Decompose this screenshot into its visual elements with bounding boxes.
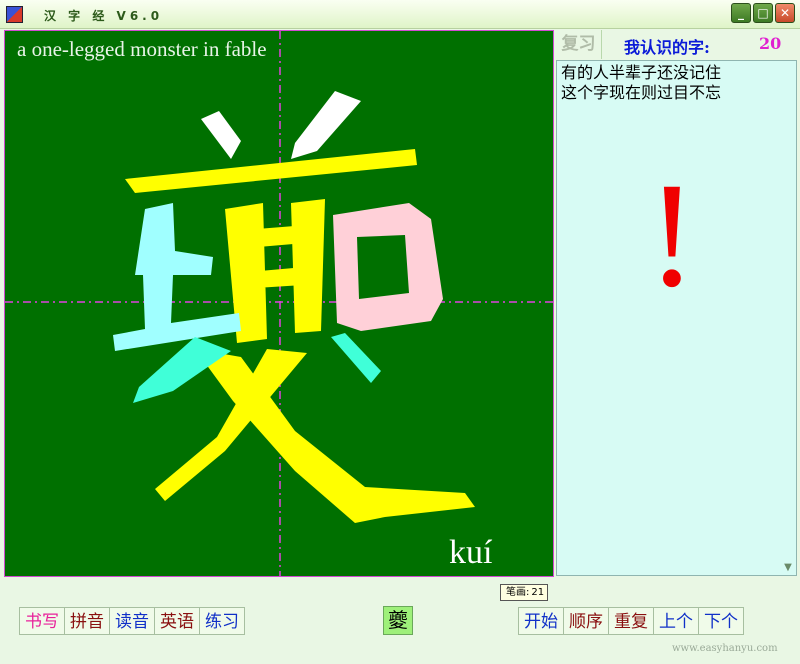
review-button[interactable]: 复习 <box>556 30 602 59</box>
pinyin-label: kuí <box>449 534 493 571</box>
previous-button[interactable]: 上个 <box>654 607 699 635</box>
scroll-down-icon[interactable]: ▼ <box>782 562 794 574</box>
character-strokes <box>113 91 475 523</box>
stroke-top-horizontal <box>125 149 417 193</box>
current-character-button[interactable]: 夔 <box>383 606 413 635</box>
repeat-button[interactable]: 重复 <box>609 607 654 635</box>
known-label: 我认识的字: <box>624 38 710 57</box>
pinyin-button[interactable]: 拼音 <box>65 607 110 635</box>
english-button[interactable]: 英语 <box>155 607 200 635</box>
exclamation-mark: ! <box>647 152 697 318</box>
english-meaning: a one-legged monster in fable <box>17 37 267 61</box>
order-button[interactable]: 顺序 <box>564 607 609 635</box>
practice-button[interactable]: 练习 <box>200 607 245 635</box>
maximize-button[interactable]: □ <box>753 3 773 23</box>
stroke-left-radical <box>113 203 241 351</box>
window-title: 汉 字 经 V6.0 <box>44 9 164 23</box>
start-button[interactable]: 开始 <box>518 607 564 635</box>
note-line: 有的人半辈子还没记住 <box>561 63 722 82</box>
write-button[interactable]: 书写 <box>19 607 65 635</box>
title-bar: 汉 字 经 V6.0 _ □ ✕ <box>0 0 800 29</box>
mode-buttons: 书写 拼音 读音 英语 练习 <box>19 607 245 635</box>
tooltip-value: 21 <box>531 587 545 598</box>
side-panel <box>556 60 797 576</box>
note-line: 这个字现在则过目不忘 <box>561 83 722 102</box>
app-icon[interactable] <box>6 6 23 23</box>
known-count: 20 <box>759 34 782 53</box>
footer-url: www.easyhanyu.com <box>672 643 778 654</box>
stroke-mid-right <box>331 333 381 383</box>
close-button[interactable]: ✕ <box>775 3 795 23</box>
pronounce-button[interactable]: 读音 <box>110 607 155 635</box>
stroke-left-dot <box>201 111 241 159</box>
stroke-top-dot <box>291 91 361 159</box>
stroke-ba <box>333 203 443 331</box>
stroke-count-tooltip: 笔画: 21 <box>500 584 549 601</box>
tooltip-label: 笔画: <box>506 587 530 598</box>
stroke-head-right <box>291 199 325 333</box>
character-board[interactable]: a one-legged monster in fable kuí <box>4 30 554 577</box>
note-text: 有的人半辈子还没记住 这个字现在则过目不忘 <box>561 63 793 103</box>
nav-buttons: 开始 顺序 重复 上个 下个 <box>518 607 744 635</box>
next-button[interactable]: 下个 <box>699 607 744 635</box>
minimize-button[interactable]: _ <box>731 3 751 23</box>
